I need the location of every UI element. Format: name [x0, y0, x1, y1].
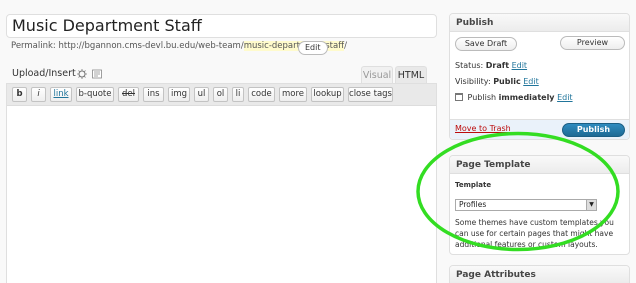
template-select[interactable]: Profiles ▼ — [455, 199, 597, 211]
quicktag-del-button[interactable]: del — [118, 87, 139, 102]
move-to-trash-link[interactable]: Move to Trash — [455, 124, 511, 133]
tab-visual[interactable]: Visual — [361, 66, 393, 84]
page-attributes-box: Page Attributes — [449, 265, 630, 283]
schedule-prefix: Publish — [467, 93, 497, 102]
status-row: Status: Draft Edit — [455, 61, 527, 70]
save-draft-button[interactable]: Save Draft — [455, 37, 517, 51]
publish-actions: Move to Trash Publish — [450, 119, 629, 139]
visibility-label: Visibility: — [455, 77, 491, 86]
visibility-value: Public — [493, 77, 521, 86]
quicktag-close-tags-button[interactable]: close tags — [348, 87, 393, 102]
quicktag-link-button[interactable]: link — [50, 87, 72, 102]
post-title-field[interactable]: Music Department Staff — [6, 14, 437, 38]
quicktag-italic-button[interactable]: i — [31, 87, 46, 102]
add-gallery-icon[interactable] — [92, 69, 102, 79]
quicktag-more-button[interactable]: more — [279, 87, 307, 102]
quicktag-ul-button[interactable]: ul — [194, 87, 209, 102]
status-label: Status: — [455, 61, 484, 70]
add-media-icon[interactable] — [77, 69, 87, 79]
template-help-text: Some themes have custom templates you ca… — [455, 218, 614, 249]
page-attributes-heading[interactable]: Page Attributes — [450, 266, 629, 283]
permalink-base: http://bgannon.cms-devl.bu.edu/web-team/ — [58, 41, 244, 51]
quicktag-ins-button[interactable]: ins — [143, 87, 164, 102]
visibility-row: Visibility: Public Edit — [455, 77, 539, 86]
calendar-icon — [455, 93, 463, 101]
status-value: Draft — [485, 61, 510, 70]
schedule-value: immediately — [498, 93, 555, 102]
quicktag-lookup-button[interactable]: lookup — [311, 87, 344, 102]
upload-insert-label: Upload/Insert — [12, 68, 76, 79]
schedule-edit-link[interactable]: Edit — [557, 93, 573, 102]
template-selected-value: Profiles — [459, 200, 487, 209]
permalink-label: Permalink: — [11, 41, 56, 51]
permalink-edit-button[interactable]: Edit — [298, 41, 328, 55]
quicktag-li-button[interactable]: li — [232, 87, 244, 102]
visibility-edit-link[interactable]: Edit — [523, 77, 539, 86]
template-label: Template — [455, 181, 492, 189]
post-title-text: Music Department Staff — [12, 16, 202, 35]
quicktag-bold-button[interactable]: b — [12, 87, 27, 102]
publish-button[interactable]: Publish — [562, 123, 625, 137]
quicktag-img-button[interactable]: img — [168, 87, 190, 102]
schedule-row: Publish immediately Edit — [455, 93, 573, 102]
page-template-heading: Page Template — [450, 156, 629, 174]
quicktag-code-button[interactable]: code — [248, 87, 275, 102]
quicktags-toolbar: b i link b-quote del ins img ul ol li co… — [7, 84, 436, 106]
quicktag-blockquote-button[interactable]: b-quote — [76, 87, 114, 102]
permalink-slug[interactable]: music-department-staff — [243, 41, 345, 51]
permalink-row: Permalink: http://bgannon.cms-devl.bu.ed… — [11, 41, 347, 55]
preview-button[interactable]: Preview — [560, 36, 625, 50]
quicktag-ol-button[interactable]: ol — [213, 87, 228, 102]
tab-html[interactable]: HTML — [395, 66, 427, 84]
permalink-trailing: / — [344, 41, 347, 51]
publish-box: Publish Save Draft Preview Status: Draft… — [449, 13, 630, 140]
page-template-box: Page Template Template Profiles ▼ Some t… — [449, 155, 630, 255]
chevron-down-icon: ▼ — [586, 200, 596, 210]
content-editor[interactable]: b i link b-quote del ins img ul ol li co… — [6, 83, 437, 283]
status-edit-link[interactable]: Edit — [512, 61, 528, 70]
publish-heading: Publish — [450, 14, 629, 32]
